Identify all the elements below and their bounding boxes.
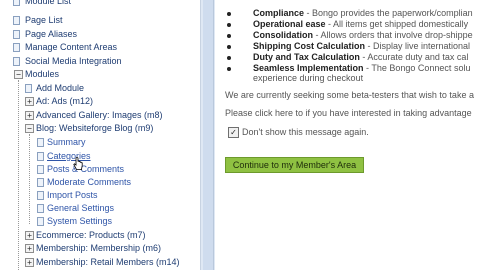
page-icon — [37, 138, 44, 147]
feature-bullet: Consolidation - Allows orders that invol… — [253, 30, 473, 40]
member-message-panel: Compliance - Bongo provides the paperwor… — [215, 0, 480, 270]
page-icon — [13, 30, 20, 39]
page-icon — [13, 43, 20, 52]
feature-bullet: Operational ease - All items get shipped… — [253, 19, 469, 29]
page-icon — [13, 16, 20, 25]
bullet-icon — [227, 34, 231, 38]
click-here-text[interactable]: Please click here to if you have interes… — [225, 108, 472, 118]
expand-icon[interactable]: + — [25, 231, 34, 240]
bullet-icon — [227, 67, 231, 71]
page-icon — [25, 84, 32, 93]
collapse-icon[interactable]: − — [25, 124, 34, 133]
tree-guide-line — [18, 80, 19, 270]
module-tree: Module List Page List Page Aliases Manag… — [0, 0, 200, 270]
page-icon — [37, 204, 44, 213]
collapse-icon[interactable]: − — [14, 70, 23, 79]
feature-bullet: Duty and Tax Calculation - Accurate duty… — [253, 52, 469, 62]
bullet-icon — [227, 23, 231, 27]
expand-icon[interactable]: + — [25, 244, 34, 253]
bullet-icon — [227, 12, 231, 16]
page-icon — [37, 165, 44, 174]
tree-scrollbar[interactable] — [200, 0, 215, 270]
page-icon — [37, 152, 44, 161]
expand-icon[interactable]: + — [25, 258, 34, 267]
bullet-icon — [227, 45, 231, 49]
scrollbar-thumb[interactable] — [203, 0, 214, 270]
bullet-icon — [227, 56, 231, 60]
expand-icon[interactable]: + — [25, 111, 34, 120]
hand-cursor-icon — [73, 157, 83, 170]
page-icon — [37, 178, 44, 187]
bullet-continuation: experience during checkout — [253, 73, 364, 83]
dont-show-checkbox[interactable]: ✓ — [228, 127, 239, 138]
page-icon — [13, 57, 20, 66]
page-icon — [37, 191, 44, 200]
feature-bullet: Compliance - Bongo provides the paperwor… — [253, 8, 473, 18]
dont-show-label: Don't show this message again. — [242, 127, 369, 137]
page-icon — [13, 0, 20, 6]
tree-guide-line — [29, 134, 30, 224]
expand-icon[interactable]: + — [25, 97, 34, 106]
feature-bullet: Shipping Cost Calculation - Display live… — [253, 41, 471, 51]
beta-testers-text: We are currently seeking some beta-teste… — [225, 90, 474, 100]
continue-members-area-button[interactable]: Continue to my Member's Area — [225, 157, 364, 173]
page-icon — [37, 217, 44, 226]
